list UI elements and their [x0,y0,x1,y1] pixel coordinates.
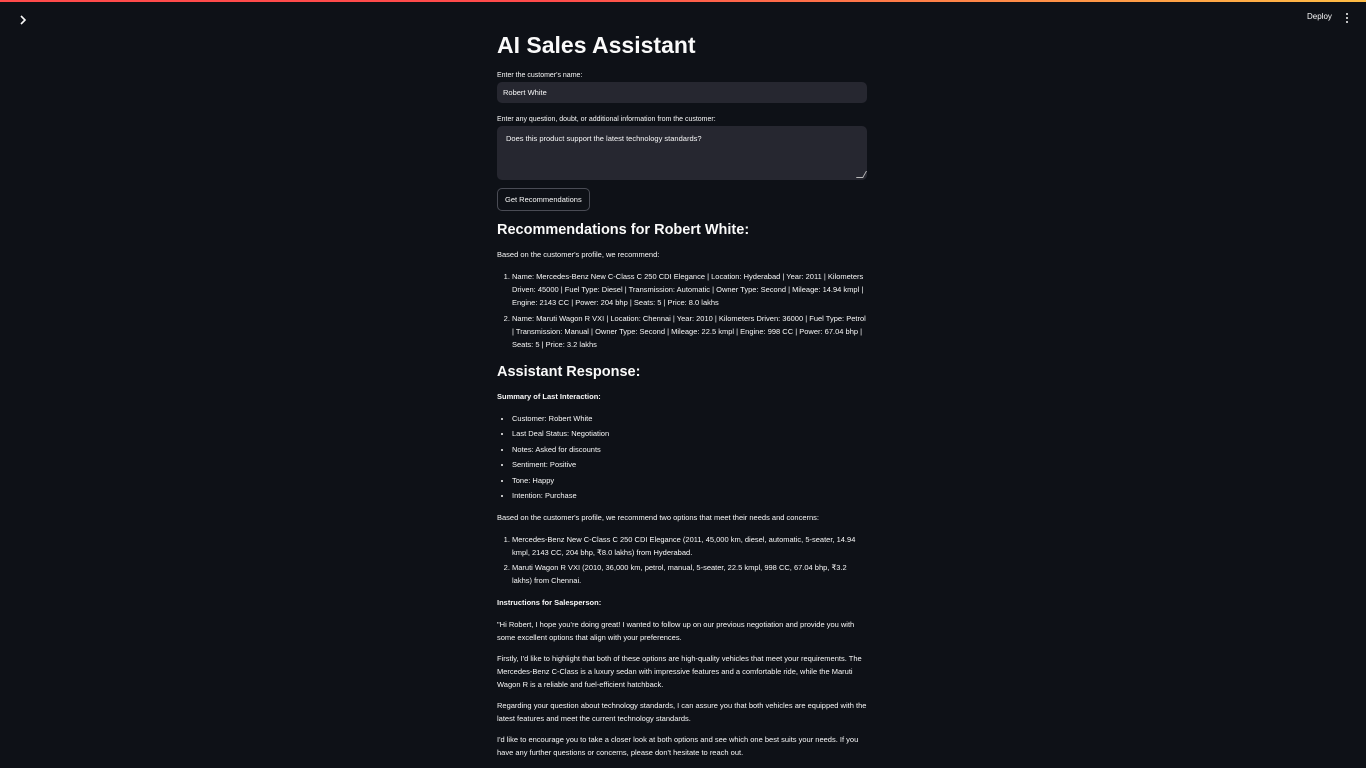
assistant-response-heading: Assistant Response: [497,364,641,380]
response-paragraph: I'd like to encourage you to take a clos… [497,734,859,757]
kebab-menu-icon-dot [1346,17,1348,19]
response-paragraph: Firstly, I'd like to highlight that both… [497,653,862,689]
response-paragraph: Regarding your question about technology… [497,700,867,723]
sidebar-expand-button[interactable] [14,12,32,30]
recommendations-list: Name: Mercedes-Benz New C-Class C 250 CD… [497,270,867,351]
options-intro: Based on the customer's profile, we reco… [497,512,820,522]
summary-title: Summary of Last Interaction: [497,392,601,401]
customer-question-label: Enter any question, doubt, or additional… [497,116,716,123]
list-item: Intention: Purchase [512,489,867,502]
get-recommendations-button[interactable]: Get Recommendations [497,188,590,211]
results-section: Recommendations for Robert White: Based … [497,220,867,759]
main-content: AI Sales Assistant Enter the customer's … [497,30,868,757]
recommendations-intro: Based on the customer's profile, we reco… [497,250,660,259]
kebab-menu-icon-dot [1346,13,1348,15]
page-title: AI Sales Assistant [497,32,696,58]
customer-question-text: Does this product support the latest tec… [506,134,702,143]
options-list: Mercedes-Benz New C-Class C 250 CDI Eleg… [497,533,867,587]
response-paragraph: "Hi Robert, I hope you're doing great! I… [497,619,855,642]
top-decoration-bar [0,0,1366,2]
recommendations-heading: Recommendations for Robert White: [497,222,750,238]
summary-list: Customer: Robert White Last Deal Status:… [497,412,867,502]
chevron-right-icon [19,13,27,28]
list-item: Mercedes-Benz New C-Class C 250 CDI Eleg… [512,533,867,559]
customer-name-label: Enter the customer's name: [497,72,583,79]
list-item: Customer: Robert White [512,412,867,425]
list-item: Tone: Happy [512,474,867,487]
list-item: Sentiment: Positive [512,458,867,471]
resize-handle-icon[interactable] [855,171,868,178]
instructions-title: Instructions for Salesperson: [497,597,602,607]
customer-question-textarea[interactable]: Does this product support the latest tec… [497,126,868,180]
list-item: Maruti Wagon R VXI (2010, 36,000 km, pet… [512,561,867,587]
main-menu-button[interactable] [1340,10,1354,26]
list-item: Name: Mercedes-Benz New C-Class C 250 CD… [512,270,867,309]
list-item: Last Deal Status: Negotiation [512,427,867,440]
list-item: Name: Maruti Wagon R VXI | Location: Che… [512,312,867,351]
list-item: Notes: Asked for discounts [512,443,867,456]
deploy-button[interactable]: Deploy [1303,10,1336,23]
customer-name-input[interactable]: Robert White [497,82,867,103]
kebab-menu-icon-dot [1346,21,1348,23]
